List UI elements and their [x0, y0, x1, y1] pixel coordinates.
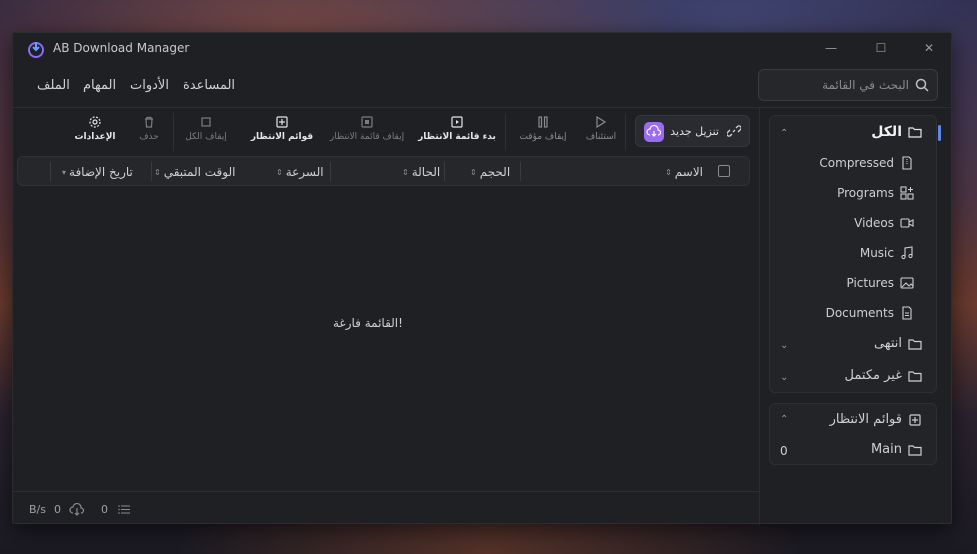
download-speed-icon: [69, 503, 85, 516]
search-input[interactable]: [767, 75, 909, 95]
search-box[interactable]: [758, 69, 938, 101]
sort-icon: ▾: [62, 167, 67, 177]
column-time-left[interactable]: ⇕ الوقت المتبقي: [154, 165, 235, 179]
queue-stop-icon: [361, 116, 373, 128]
sidebar-item-finished[interactable]: انتهى: [874, 336, 922, 351]
sidebar-item-programs[interactable]: Programs: [837, 186, 914, 200]
categories-panel: ⌃ الكل Compressed Programs Videos Music …: [769, 115, 941, 393]
start-queue-label: بدء قائمة الانتظار: [418, 132, 496, 142]
menu-tools[interactable]: الأدوات: [130, 78, 169, 93]
pause-icon: [538, 116, 548, 128]
queues-button[interactable]: قوائم الانتظار: [247, 115, 317, 149]
search-icon: [915, 78, 929, 92]
folder-icon: [908, 127, 922, 138]
sidebar-item-music[interactable]: Music: [860, 246, 914, 260]
close-button[interactable]: ✕: [919, 39, 939, 57]
new-download-button[interactable]: تنزيل جديد: [635, 115, 750, 147]
music-note-icon: [901, 246, 913, 260]
column-separator: [151, 162, 152, 181]
status-divider: [13, 491, 759, 492]
image-icon: [900, 277, 914, 289]
sidebar-item-compressed[interactable]: Compressed: [819, 156, 914, 170]
new-download-label: تنزيل جديد: [670, 125, 719, 138]
link-icon: [727, 125, 741, 137]
active-downloads-count: 0: [101, 503, 108, 516]
menu-help[interactable]: المساعدة: [183, 78, 235, 93]
app-title: AB Download Manager: [53, 41, 190, 55]
column-speed[interactable]: ⇕ السرعة: [276, 165, 324, 179]
sort-icon: ⇕: [665, 167, 672, 177]
app-logo-icon: [28, 42, 44, 58]
stop-queue-label: إيقاف قائمة الانتظار: [329, 132, 405, 142]
sort-icon: ⇕: [470, 167, 477, 177]
maximize-button[interactable]: ☐: [871, 39, 891, 57]
sidebar-item-pictures[interactable]: Pictures: [846, 276, 914, 290]
speed-value: 0: [54, 503, 61, 516]
sidebar-divider: [759, 108, 760, 525]
active-indicator: [938, 125, 941, 141]
column-separator: [520, 162, 521, 181]
folder-icon: [908, 370, 922, 382]
title-bar: AB Download Manager — ☐ ✕: [13, 33, 951, 63]
sidebar-item-videos[interactable]: Videos: [854, 216, 914, 230]
sidebar-item-all[interactable]: الكل: [871, 124, 922, 140]
stop-icon: [201, 117, 211, 127]
column-separator: [330, 162, 331, 181]
delete-label: حذف: [139, 132, 159, 142]
sidebar-item-unfinished[interactable]: غير مكتمل: [845, 368, 922, 383]
queues-label: قوائم الانتظار: [250, 132, 314, 142]
settings-label: الإعدادات: [74, 132, 116, 142]
header-divider: [13, 107, 951, 108]
stop-all-label: إيقاف الكل: [185, 132, 227, 142]
queue-play-icon: [451, 116, 463, 128]
column-separator: [50, 162, 51, 181]
column-separator: [444, 162, 445, 181]
gear-icon: [89, 116, 101, 128]
menu-tasks[interactable]: المهام: [83, 78, 116, 93]
settings-button[interactable]: الإعدادات: [65, 115, 125, 149]
chevron-down-icon[interactable]: ⌄: [780, 340, 788, 351]
empty-list-message: القائمة فارغة!: [333, 316, 403, 330]
stop-all-button[interactable]: إيقاف الكل: [173, 115, 239, 149]
sort-icon: ⇕: [154, 167, 161, 177]
chevron-up-icon[interactable]: ⌃: [780, 414, 788, 425]
column-date-added[interactable]: ▾ تاريخ الإضافة: [62, 165, 133, 179]
apps-icon: [900, 186, 914, 200]
pause-button[interactable]: إيقاف مؤقت: [508, 115, 578, 149]
zip-file-icon: [902, 156, 912, 170]
queues-header[interactable]: قوائم الانتظار: [830, 412, 922, 427]
column-status[interactable]: ⇕ الحالة: [402, 165, 440, 179]
queues-panel: ⌃ قوائم الانتظار 0 Main: [769, 403, 937, 465]
folder-icon: [908, 444, 922, 456]
cloud-download-icon: [644, 122, 664, 142]
play-icon: [596, 115, 607, 129]
sidebar-item-documents[interactable]: Documents: [826, 306, 914, 320]
chevron-down-icon[interactable]: ⌄: [780, 372, 788, 383]
queues-icon: [276, 116, 288, 128]
trash-icon: [145, 116, 153, 128]
queue-main-count: 0: [780, 444, 788, 458]
speed-unit: B/s: [29, 503, 46, 516]
queues-icon: [909, 413, 921, 426]
toolbar-separator: [505, 113, 506, 151]
column-name[interactable]: ⇕ الاسم: [665, 165, 703, 179]
chevron-up-icon[interactable]: ⌃: [780, 128, 788, 139]
list-icon: [118, 505, 130, 514]
app-window: AB Download Manager — ☐ ✕ الملف المهام ا…: [12, 32, 952, 525]
delete-button[interactable]: حذف: [126, 115, 172, 149]
select-all-checkbox[interactable]: [718, 165, 730, 177]
start-queue-button[interactable]: بدء قائمة الانتظار: [418, 115, 496, 149]
stop-queue-button[interactable]: إيقاف قائمة الانتظار: [323, 115, 411, 149]
document-icon: [902, 306, 912, 320]
table-header: ⇕ الاسم ⇕ الحجم ⇕ الحالة ⇕ السرعة ⇕ الوقت الم…: [17, 156, 750, 186]
sort-icon: ⇕: [402, 167, 409, 177]
menu-file[interactable]: الملف: [37, 78, 70, 93]
pause-label: إيقاف مؤقت: [519, 132, 567, 142]
video-icon: [900, 218, 914, 228]
column-size[interactable]: ⇕ الحجم: [470, 165, 510, 179]
sort-icon: ⇕: [276, 167, 283, 177]
sidebar-item-queue-main[interactable]: Main: [871, 442, 922, 457]
minimize-button[interactable]: —: [821, 39, 841, 57]
folder-icon: [908, 338, 922, 350]
